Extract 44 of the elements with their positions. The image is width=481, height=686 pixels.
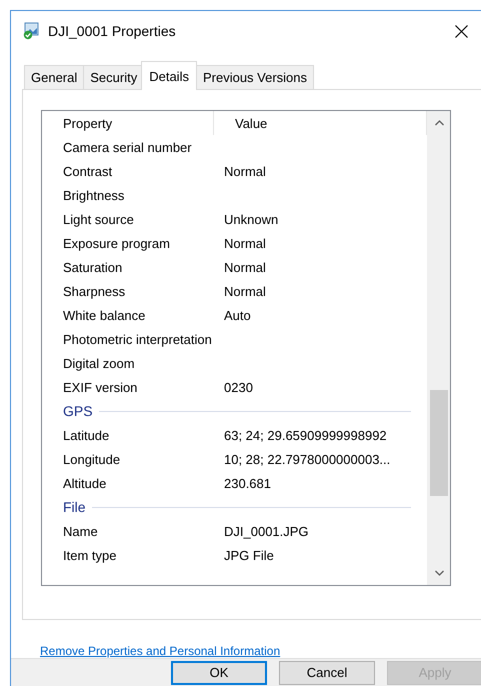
property-value: Normal	[223, 164, 266, 178]
property-value: Normal	[223, 236, 266, 250]
property-value: Auto	[223, 308, 251, 322]
property-name: Saturation	[62, 260, 124, 274]
property-value: DJI_0001.JPG	[223, 524, 309, 538]
property-value: Normal	[223, 260, 266, 274]
dialog-button[interactable]: Cancel	[279, 660, 375, 684]
property-name: White balance	[62, 308, 146, 322]
property-value: Normal	[223, 284, 266, 298]
property-name: Light source	[62, 212, 135, 226]
tab[interactable]: General	[24, 65, 84, 89]
column-header[interactable]: Property	[42, 111, 214, 135]
property-name: Camera serial number	[62, 140, 193, 154]
scroll-up-icon[interactable]	[434, 120, 444, 126]
property-name: Sharpness	[62, 284, 126, 298]
property-name: Altitude	[62, 476, 108, 490]
property-value: 0230	[223, 380, 253, 394]
property-value: Unknown	[223, 212, 278, 226]
scroll-down-icon[interactable]	[434, 570, 444, 576]
property-name: Latitude	[62, 428, 110, 442]
property-value: 63; 24; 29.65909999998992	[223, 428, 387, 442]
property-name: Contrast	[62, 164, 114, 178]
property-name: Item type	[62, 548, 118, 562]
scroll-thumb[interactable]	[430, 390, 448, 496]
group-header: File	[63, 499, 86, 515]
property-value: 230.681	[223, 476, 271, 490]
close-icon[interactable]	[454, 24, 468, 38]
property-name: Brightness	[62, 188, 126, 202]
property-name: Exposure program	[62, 236, 171, 250]
dialog-button[interactable]: OK	[171, 660, 267, 684]
remove-properties-link[interactable]: Remove Properties and Personal Information	[40, 644, 280, 658]
tab[interactable]: Previous Versions	[196, 65, 314, 89]
window-title: DJI_0001 Properties	[48, 23, 177, 39]
tab[interactable]: Details	[141, 61, 197, 90]
property-name: Name	[62, 524, 99, 538]
property-value: 10; 28; 22.7978000000003...	[223, 452, 390, 466]
scrollbar[interactable]	[427, 111, 450, 585]
property-name: Photometric interpretation	[62, 332, 213, 346]
property-name: EXIF version	[62, 380, 138, 394]
property-name: Longitude	[62, 452, 122, 466]
property-name: Digital zoom	[62, 356, 136, 370]
property-value: JPG File	[223, 548, 274, 562]
image-file-icon	[22, 22, 40, 40]
group-header: GPS	[63, 403, 93, 419]
